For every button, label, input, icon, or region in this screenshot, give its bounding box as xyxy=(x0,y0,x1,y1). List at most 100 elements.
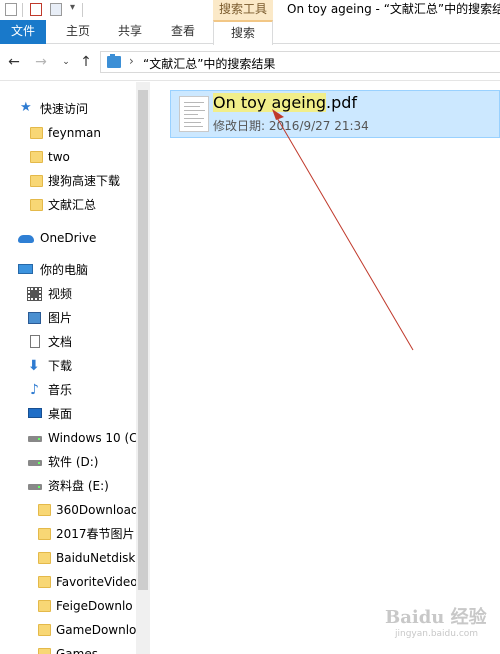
video-icon xyxy=(27,287,42,301)
sidebar-item-label: 视频 xyxy=(48,287,73,301)
sidebar-item-label: 你的电脑 xyxy=(40,263,89,277)
title-bar: ▾ 搜索工具 On toy ageing - “文献汇总”中的搜索结果 xyxy=(0,0,500,20)
sidebar-item-downloads[interactable]: ⬇ 下载 xyxy=(0,355,136,377)
navigation-pane: ★ 快速访问 feynman two 搜狗高速下载 文献汇总 OneDrive … xyxy=(0,82,150,654)
navigation-bar: ← → ⌄ ↑ › “文献汇总”中的搜索结果 xyxy=(0,45,500,81)
star-icon: ★ xyxy=(20,100,32,115)
sidebar-item-drive-c[interactable]: Windows 10 (C xyxy=(0,427,136,449)
sidebar-item-favoritevideo[interactable]: FavoriteVideo xyxy=(0,571,136,593)
sidebar-item-videos[interactable]: 视频 xyxy=(0,283,136,305)
watermark-logo: Baidu 经验 xyxy=(385,607,487,628)
sidebar-item-360download[interactable]: 360Download xyxy=(0,499,136,521)
modified-date-label: 修改日期: xyxy=(213,119,266,133)
folder-icon xyxy=(38,528,51,540)
sidebar-item-literature[interactable]: 文献汇总 xyxy=(0,194,136,216)
sidebar-item-drive-d[interactable]: 软件 (D:) xyxy=(0,451,136,473)
modified-date-value: 2016/9/27 21:34 xyxy=(268,119,369,133)
sidebar-item-desktop[interactable]: 桌面 xyxy=(0,403,136,425)
forward-arrow-icon[interactable]: → xyxy=(33,54,49,70)
address-path[interactable]: “文献汇总”中的搜索结果 xyxy=(143,55,275,72)
tab-search[interactable]: 搜索 xyxy=(213,20,273,45)
folder-icon xyxy=(30,151,43,163)
cloud-icon xyxy=(18,235,34,243)
folder-icon xyxy=(30,175,43,187)
sidebar-item-feigedownload[interactable]: FeigeDownlo xyxy=(0,595,136,617)
file-name-highlight: On toy ageing xyxy=(213,93,326,112)
folder-icon xyxy=(38,600,51,612)
up-arrow-icon[interactable]: ↑ xyxy=(78,54,94,70)
sidebar-item-label: 360Download xyxy=(56,503,136,517)
sidebar-item-label: FavoriteVideo xyxy=(56,575,136,589)
sidebar-item-label: 文献汇总 xyxy=(48,198,97,212)
sidebar-item-quick-access[interactable]: ★ 快速访问 xyxy=(0,98,136,120)
sidebar-item-2017-pictures[interactable]: 2017春节图片 xyxy=(0,523,136,545)
quick-access-separator-2 xyxy=(82,3,83,17)
folder-icon xyxy=(38,648,51,654)
sidebar-item-two[interactable]: two xyxy=(0,146,136,168)
search-results-folder-icon xyxy=(107,54,121,68)
sidebar-item-label: 桌面 xyxy=(48,407,73,421)
sidebar-item-documents[interactable]: 文档 xyxy=(0,331,136,353)
pdf-file-icon xyxy=(179,96,209,132)
watermark-url: jingyan.baidu.com xyxy=(395,629,479,639)
breadcrumb-chevron-icon[interactable]: › xyxy=(129,54,134,68)
file-modified-date: 修改日期: 2016/9/27 21:34 xyxy=(213,117,369,134)
new-folder-icon[interactable] xyxy=(50,3,62,16)
ribbon-tabs: 文件 主页 共享 查看 搜索 xyxy=(0,20,500,45)
drive-icon xyxy=(28,436,42,442)
sidebar-item-onedrive[interactable]: OneDrive xyxy=(0,227,136,249)
properties-icon[interactable] xyxy=(30,3,42,16)
sidebar-item-label: GameDownlo xyxy=(56,623,136,637)
sidebar-item-sogou-download[interactable]: 搜狗高速下载 xyxy=(0,170,136,192)
customize-dropdown-icon[interactable]: ▾ xyxy=(70,2,75,13)
sidebar-item-label: 下载 xyxy=(48,359,73,373)
tab-share[interactable]: 共享 xyxy=(110,20,150,44)
scrollbar-thumb[interactable] xyxy=(138,90,148,590)
sidebar-item-label: 2017春节图片 xyxy=(56,527,135,541)
sidebar-item-baidunetdisk[interactable]: BaiduNetdisk xyxy=(0,547,136,569)
sidebar-item-games[interactable]: Games xyxy=(0,643,136,654)
file-name-extension: .pdf xyxy=(325,93,358,112)
computer-icon xyxy=(18,264,33,274)
folder-icon xyxy=(30,127,43,139)
search-result-item[interactable]: On toy ageing.pdf 修改日期: 2016/9/27 21:34 xyxy=(170,90,500,138)
sidebar-item-pictures[interactable]: 图片 xyxy=(0,307,136,329)
sidebar-item-label: feynman xyxy=(48,126,101,140)
file-name[interactable]: On toy ageing.pdf xyxy=(213,93,357,112)
sidebar-item-music[interactable]: ♪ 音乐 xyxy=(0,379,136,401)
chevron-down-icon[interactable]: ⌄ xyxy=(58,54,74,70)
address-bar[interactable]: › “文献汇总”中的搜索结果 xyxy=(100,51,500,73)
sidebar-item-label: 软件 (D:) xyxy=(48,455,99,469)
sidebar-item-label: 文档 xyxy=(48,335,73,349)
picture-icon xyxy=(28,312,41,324)
window-title: On toy ageing - “文献汇总”中的搜索结果 xyxy=(287,2,500,16)
folder-icon xyxy=(30,199,43,211)
sidebar-item-label: 图片 xyxy=(48,311,73,325)
quick-access-separator xyxy=(22,3,23,17)
tab-view[interactable]: 查看 xyxy=(163,20,203,44)
search-tools-context-title: 搜索工具 xyxy=(213,0,273,20)
sidebar-item-label: Windows 10 (C xyxy=(48,431,136,445)
search-results-pane: On toy ageing.pdf 修改日期: 2016/9/27 21:34 xyxy=(150,82,500,654)
sidebar-item-label: BaiduNetdisk xyxy=(56,551,136,565)
document-icon xyxy=(30,335,40,348)
tab-home[interactable]: 主页 xyxy=(58,20,98,44)
sidebar-scrollbar[interactable] xyxy=(136,82,150,654)
folder-icon xyxy=(38,576,51,588)
download-arrow-icon: ⬇ xyxy=(28,358,40,374)
sidebar-item-label: two xyxy=(48,150,70,164)
back-arrow-icon[interactable]: ← xyxy=(6,54,22,70)
sidebar-item-drive-e[interactable]: 资料盘 (E:) xyxy=(0,475,136,497)
tab-file[interactable]: 文件 xyxy=(0,20,46,44)
folder-icon xyxy=(38,552,51,564)
sidebar-item-this-pc[interactable]: 你的电脑 xyxy=(0,259,136,281)
sidebar-item-label: 音乐 xyxy=(48,383,73,397)
drive-icon xyxy=(28,460,42,466)
folder-icon xyxy=(38,504,51,516)
sidebar-item-gamedownload[interactable]: GameDownlo xyxy=(0,619,136,641)
sidebar-item-feynman[interactable]: feynman xyxy=(0,122,136,144)
sidebar-item-label: 搜狗高速下载 xyxy=(48,174,121,188)
window-icon[interactable] xyxy=(5,3,17,16)
baidu-jingyan-watermark: Baidu 经验 jingyan.baidu.com xyxy=(385,603,495,648)
desktop-icon xyxy=(28,408,42,418)
